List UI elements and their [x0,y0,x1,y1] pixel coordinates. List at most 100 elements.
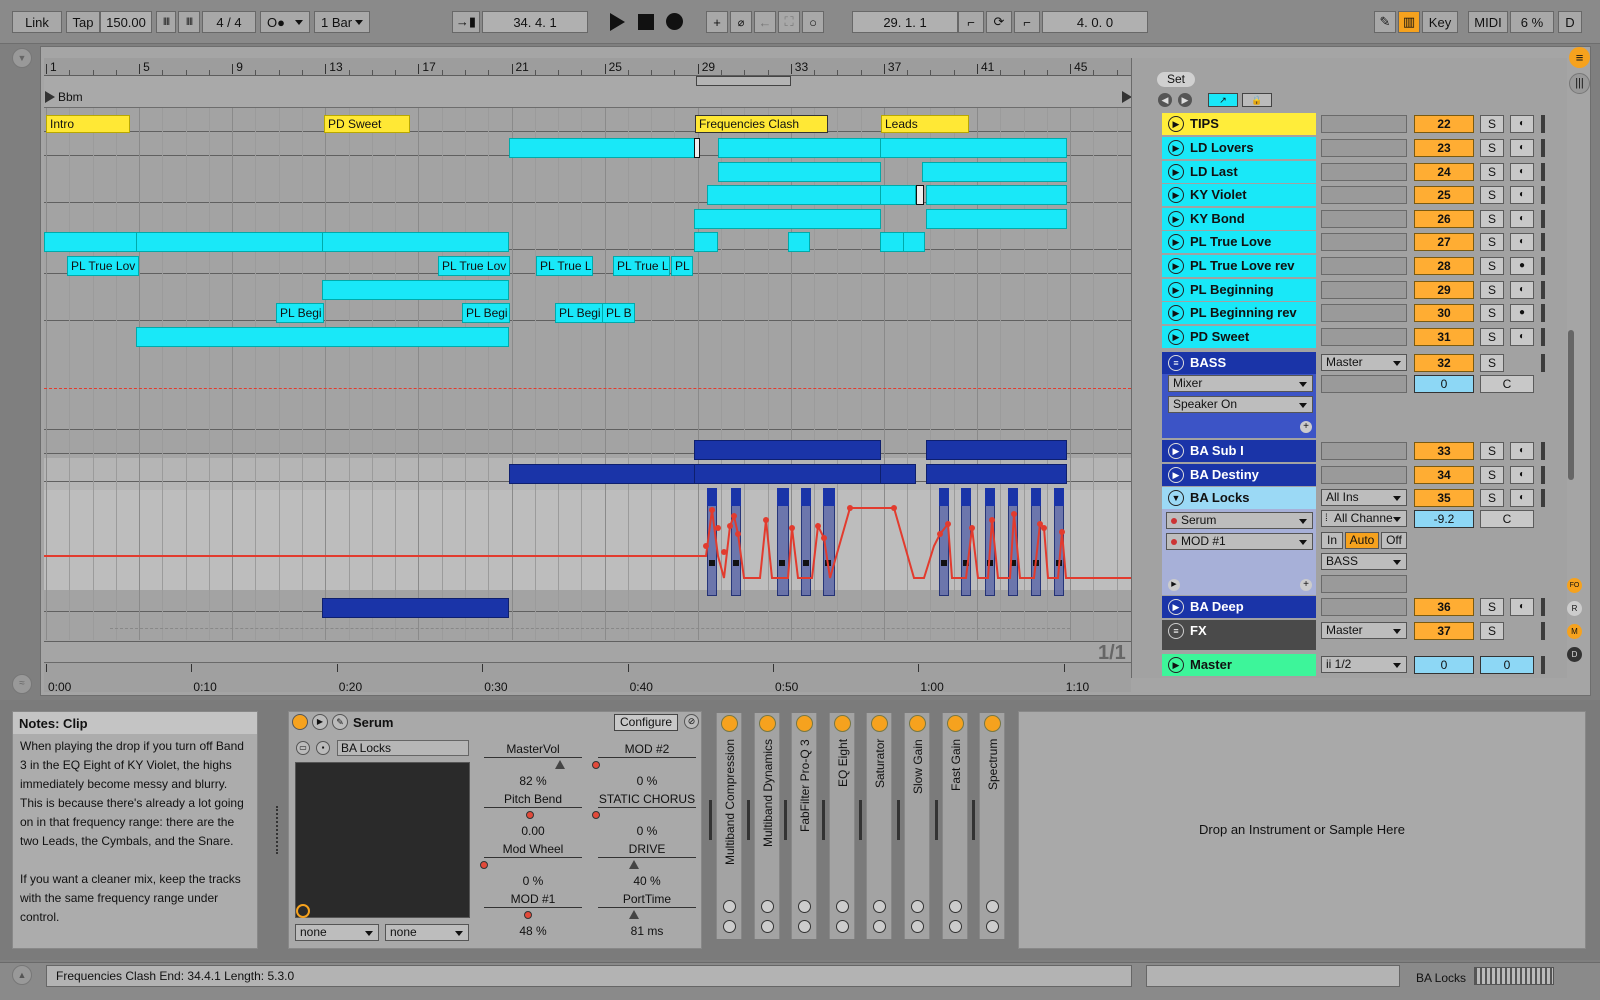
arm-button[interactable]: ◐ [1510,233,1534,251]
device-options-icon[interactable] [723,900,736,913]
automation-breakpoint[interactable] [735,531,741,537]
stop-button[interactable] [638,14,654,30]
device-options-icon[interactable] [873,900,887,913]
device-slot[interactable]: Saturator [866,713,893,939]
session-record-button[interactable]: ○ [802,11,824,33]
track-header-master[interactable]: ▶ Master [1162,654,1316,676]
clip-launch-icon[interactable]: ▶ [1168,467,1184,483]
track-number[interactable]: 25 [1414,186,1474,204]
panel-resize-handle[interactable] [276,806,280,854]
clip-launch-icon[interactable]: ▶ [1168,258,1184,274]
device-on-button[interactable] [946,715,964,732]
ba-deep-solo[interactable]: S [1480,598,1504,616]
param-handle[interactable] [592,811,600,819]
xy-y-macro-select[interactable]: none [385,924,469,941]
clip-ld-last[interactable] [718,162,881,182]
device-save-icon[interactable] [723,920,736,933]
clip-pl-true-love-rev[interactable]: PL True L [613,256,670,276]
add-lane-icon[interactable]: + [1300,579,1312,591]
show-lanes-icon[interactable]: ▶ [1168,579,1180,591]
device-slot[interactable]: Slow Gain [904,713,930,939]
device-on-button[interactable] [984,715,1002,732]
clip-launch-icon[interactable]: ▶ [1168,187,1184,203]
arm-button[interactable]: ◐ [1510,115,1534,133]
track-number[interactable]: 23 [1414,139,1474,157]
clip-pl-true-love[interactable] [788,232,810,252]
automation-breakpoint[interactable] [727,523,733,529]
clip-launch-icon[interactable]: ▶ [1168,116,1184,132]
punch-out-button[interactable]: ⌐ [1014,11,1040,33]
clip-pl-beginning-rev[interactable]: PL Begi [276,303,324,323]
locator-intro[interactable]: Intro [46,115,130,133]
bass-pan-field[interactable]: 0 [1414,375,1474,393]
device-save-icon[interactable] [760,920,774,933]
automation-breakpoint[interactable] [815,523,821,529]
clip-ky-violet-small[interactable] [916,185,924,205]
ba-sub-arm[interactable]: ◐ [1510,442,1534,460]
device-wrench-icon[interactable]: ✎ [332,714,348,730]
clip-pl-true-love[interactable] [694,232,718,252]
param-handle[interactable] [555,760,565,769]
clip-pl-true-love-rev[interactable]: PL True Lov [67,256,139,276]
track-header-fx[interactable]: ≡ FX [1162,620,1316,650]
bass-pan-center[interactable]: C [1480,375,1534,393]
draw-mode-button[interactable]: ✎ [1374,11,1396,33]
master-output-select[interactable]: ii 1/2 [1321,656,1407,673]
status-collapse-icon[interactable]: ▲ [12,965,32,985]
device-options-icon[interactable] [798,900,812,913]
bass-chain-select-speaker[interactable]: Speaker On [1168,396,1313,413]
clip-launch-icon[interactable]: ▶ [1168,211,1184,227]
arm-button[interactable]: ◐ [1510,328,1534,346]
tap-button[interactable]: Tap [66,11,100,33]
automation-device-select[interactable]: Serum [1166,512,1313,529]
clip-notes-panel[interactable]: Notes: Clip When playing the drop if you… [12,711,258,949]
clip-slot[interactable] [1321,115,1407,133]
solo-button[interactable]: S [1480,139,1504,157]
key-map-button[interactable]: Key [1422,11,1458,33]
device-save-icon[interactable] [948,920,962,933]
clip-pl-true-love[interactable] [322,232,509,252]
track-number[interactable]: 30 [1414,304,1474,322]
loop-switch-button[interactable]: ⟳ [986,11,1012,33]
bass-track-number[interactable]: 32 [1414,354,1474,372]
clip-ky-violet[interactable] [926,185,1067,205]
param-handle[interactable] [480,861,488,869]
loop-brace[interactable] [696,76,791,86]
solo-button[interactable]: S [1480,257,1504,275]
clip-pd-sweet[interactable] [136,327,509,347]
clip-slot[interactable] [1321,139,1407,157]
delay-side-button[interactable]: D [1567,647,1582,662]
param-handle[interactable] [629,860,639,869]
track-number[interactable]: 27 [1414,233,1474,251]
nav-forward-icon[interactable]: ▶ [1178,93,1192,107]
clip-ky-bond[interactable] [694,209,881,229]
device-slot[interactable]: Multiband Compression [716,713,742,939]
output-select[interactable]: BASS [1321,553,1407,570]
clip-slot[interactable] [1321,210,1407,228]
device-on-button[interactable] [833,715,851,732]
set-button[interactable]: Set [1157,72,1195,87]
bass-output-select[interactable]: Master [1321,354,1407,371]
monitor-in-button[interactable]: In [1321,532,1343,549]
capture-button[interactable]: ⛶ [778,11,800,33]
clip-launch-icon[interactable]: ▶ [1168,599,1184,615]
automation-breakpoint[interactable] [1059,529,1065,535]
clip-pl-true-love-rev[interactable]: PL True L [536,256,593,276]
follow-side-button[interactable]: FO [1567,578,1582,593]
automation-breakpoint[interactable] [1041,525,1047,531]
track-number[interactable]: 31 [1414,328,1474,346]
nudge-down-icon[interactable]: ‖‖ [156,11,176,33]
collapse-left-icon[interactable]: ▼ [12,48,32,68]
solo-button[interactable]: S [1480,281,1504,299]
fx-number[interactable]: 37 [1414,622,1474,640]
midi-map-button[interactable]: MIDI [1468,11,1508,33]
clip-ky-bond[interactable] [926,209,1067,229]
ba-locks-solo[interactable]: S [1480,489,1504,507]
device-options-icon[interactable] [986,900,1000,913]
xy-pad[interactable] [295,762,470,918]
clip-launch-icon[interactable]: ▶ [1168,305,1184,321]
automation-mode-icon[interactable]: ↗ [1208,93,1238,107]
device-options-icon[interactable] [835,900,849,913]
locator-pd-sweet[interactable]: PD Sweet [324,115,410,133]
track-header-ba-deep[interactable]: ▶ BA Deep [1162,596,1316,618]
